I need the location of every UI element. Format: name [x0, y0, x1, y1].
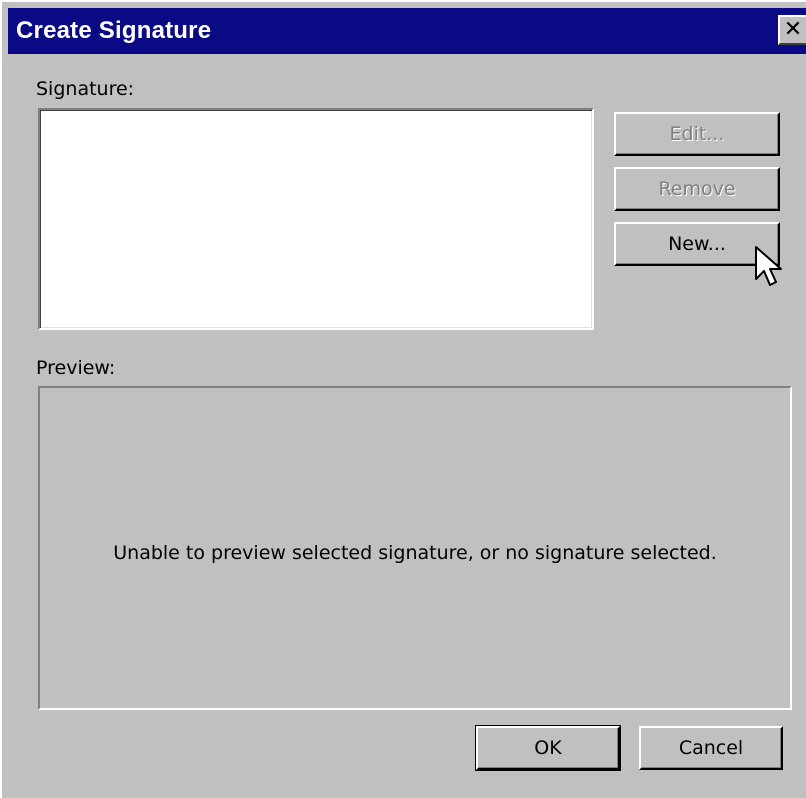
title-bar[interactable]: Create Signature ✕ [8, 8, 806, 54]
remove-button-label: Remove [658, 178, 736, 200]
ok-button-label: OK [534, 737, 562, 759]
preview-message: Unable to preview selected signature, or… [113, 542, 717, 564]
edit-button-label: Edit... [669, 123, 725, 145]
remove-button[interactable]: Remove [614, 167, 780, 211]
cancel-button-label: Cancel [678, 737, 744, 759]
close-icon: ✕ [783, 17, 803, 42]
preview-pane: Unable to preview selected signature, or… [38, 386, 792, 710]
preview-label: Preview: [36, 357, 116, 379]
close-button[interactable]: ✕ [778, 15, 806, 45]
cancel-button[interactable]: Cancel [639, 726, 783, 770]
window-title: Create Signature [16, 17, 212, 44]
ok-button[interactable]: OK [475, 725, 621, 771]
signature-list[interactable] [38, 108, 594, 330]
new-button-label: New... [668, 233, 726, 255]
mouse-pointer-icon [755, 246, 782, 286]
signature-label: Signature: [36, 78, 135, 100]
edit-button[interactable]: Edit... [614, 112, 780, 156]
create-signature-dialog: Create Signature ✕ Signature: Edit... Re… [0, 0, 806, 798]
